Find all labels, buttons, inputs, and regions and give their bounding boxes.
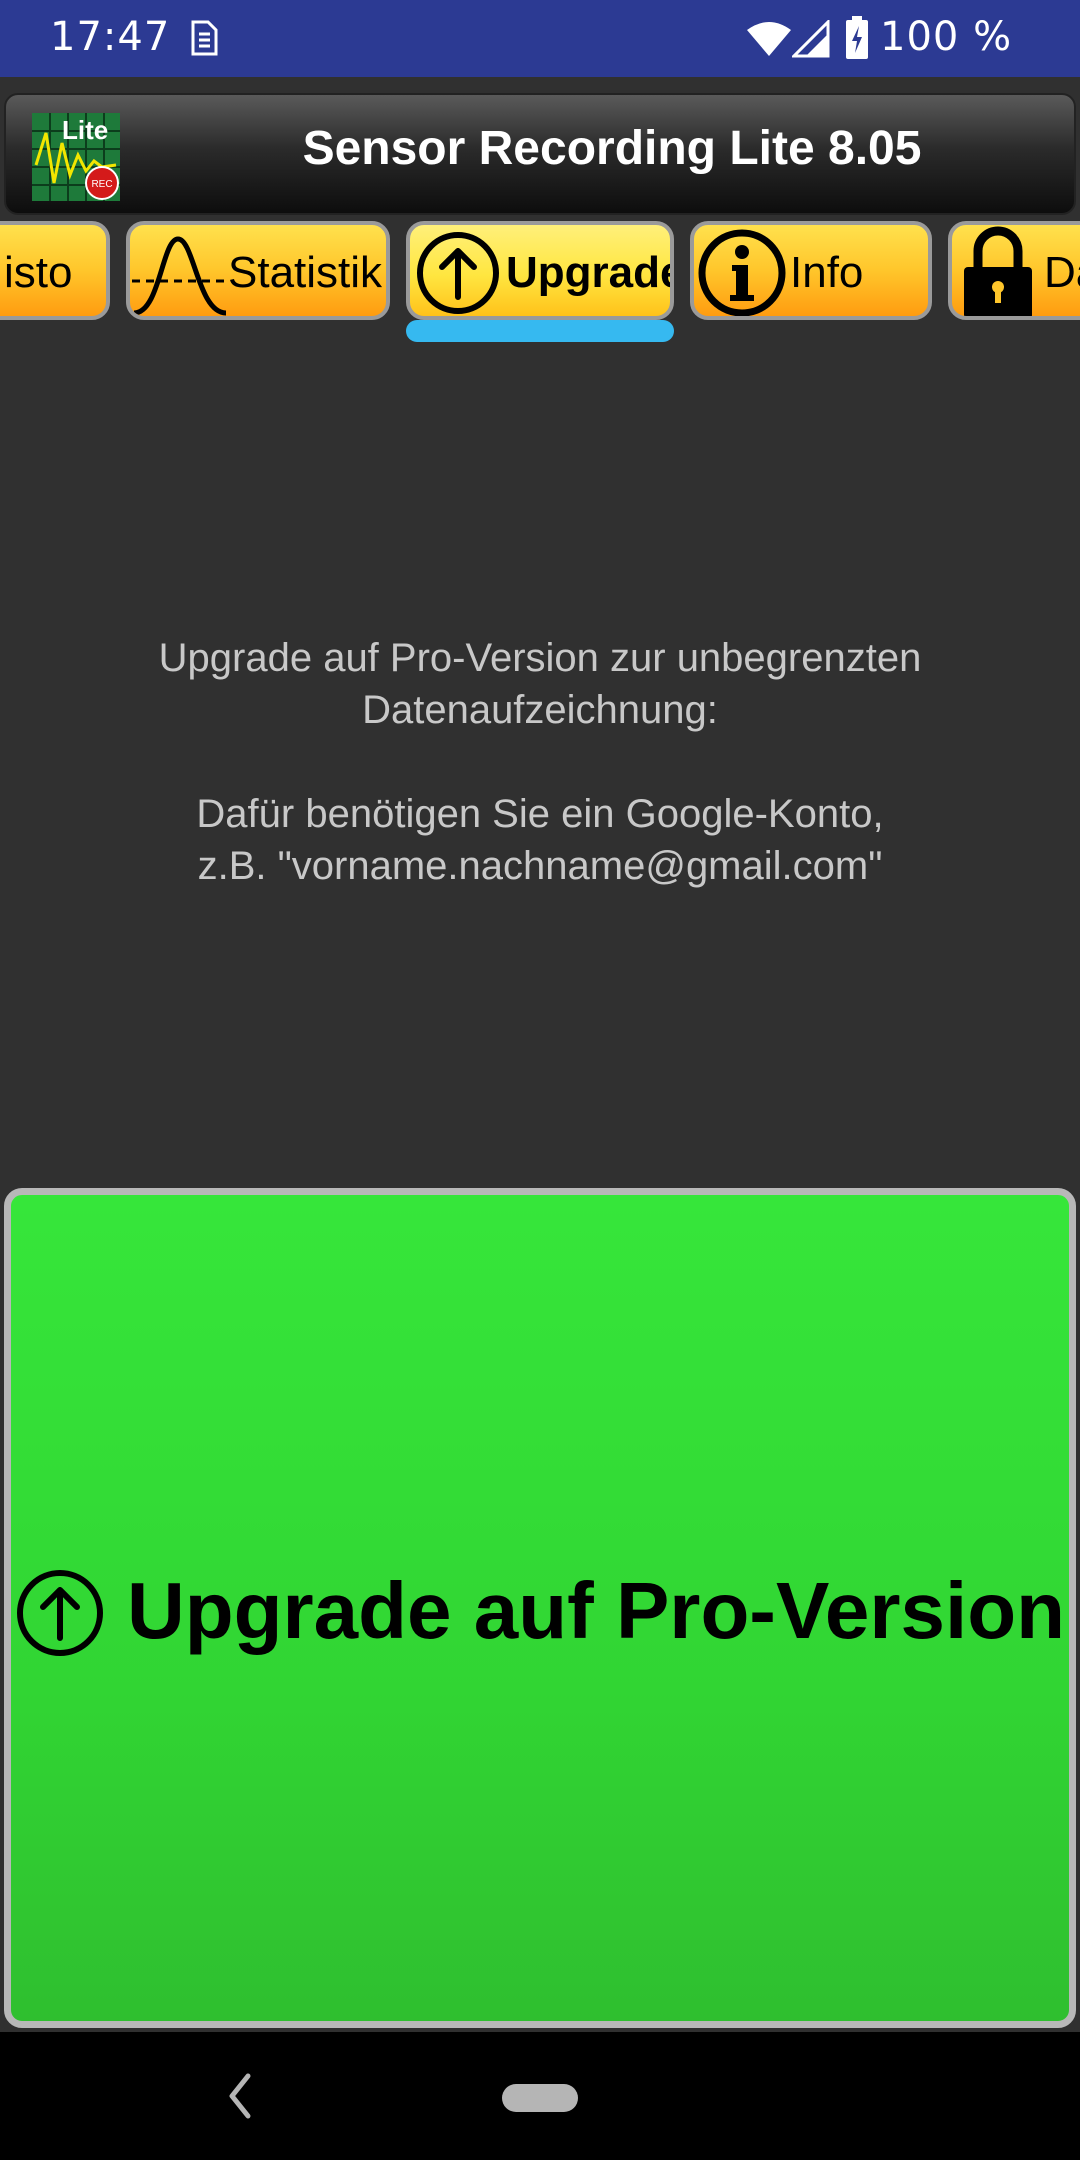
tab-histo[interactable]: isto <box>0 221 110 320</box>
tab-label: Statistik <box>228 248 383 297</box>
info-line: Datenaufzeichnung: <box>362 688 718 732</box>
upgrade-button-label: Upgrade auf Pro-Version <box>127 1566 1065 1655</box>
sim-icon <box>191 20 218 56</box>
tab-statistik[interactable]: Statistik <box>126 221 390 320</box>
info-line: z.B. "vorname.nachname@gmail.com" <box>197 844 883 888</box>
info-icon <box>698 229 786 316</box>
upgrade-pro-button[interactable]: Upgrade auf Pro-Version <box>4 1188 1076 2028</box>
tab-label: Info <box>790 248 864 297</box>
info-line: Dafür benötigen Sie ein Google-Konto, <box>196 792 884 836</box>
lock-icon <box>964 226 1032 316</box>
logo-badge: REC <box>91 179 112 190</box>
arrow-up-circle-icon <box>417 232 499 314</box>
system-nav-bar <box>0 2032 1080 2160</box>
tab-datenschutz[interactable]: Da <box>948 221 1080 320</box>
app-header: Lite REC Sensor Recording Lite 8.05 <box>4 93 1076 215</box>
tab-upgrade[interactable]: Upgrade <box>406 221 674 320</box>
home-pill[interactable] <box>502 2084 578 2112</box>
status-time: 17:47 <box>50 14 171 60</box>
tab-label: Da <box>1044 248 1080 297</box>
active-tab-indicator <box>406 320 674 342</box>
signal-icon <box>792 20 830 58</box>
tab-label: isto <box>4 248 73 297</box>
info-line: Upgrade auf Pro-Version zur unbegrenzten <box>158 636 922 680</box>
app-title: Sensor Recording Lite 8.05 <box>302 122 922 175</box>
upgrade-info-text: Upgrade auf Pro-Version zur unbegrenzten… <box>0 632 1080 892</box>
tab-label: Upgrade <box>506 248 674 297</box>
battery-icon <box>846 16 868 59</box>
arrow-up-circle-icon <box>17 1570 103 1656</box>
tab-bar: isto Statistik Upgrade Info D <box>0 217 1080 347</box>
wifi-icon <box>747 22 791 56</box>
back-icon[interactable] <box>222 2068 256 2124</box>
battery-percentage: 100 % <box>880 14 1013 60</box>
bell-curve-icon <box>132 236 228 316</box>
tab-info[interactable]: Info <box>690 221 932 320</box>
status-bar: 17:47 100 % <box>0 0 1080 77</box>
